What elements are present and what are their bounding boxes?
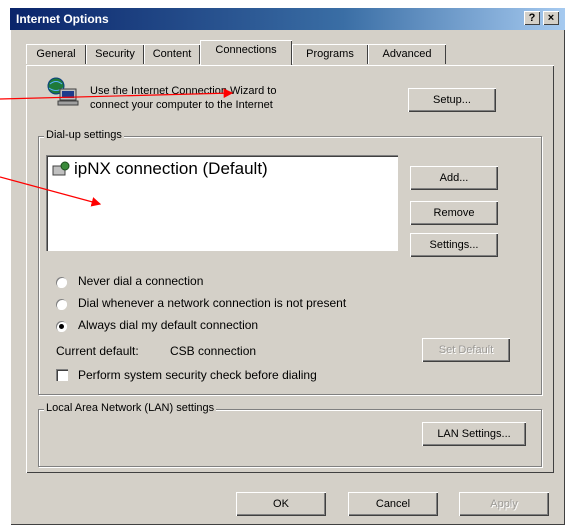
connections-panel: Use the Internet Connection Wizard to co… bbox=[26, 65, 554, 473]
connection-item-label: ipNX connection (Default) bbox=[74, 159, 268, 178]
wizard-text-line1: Use the Internet Connection Wizard to bbox=[90, 85, 277, 97]
radio-always-dial[interactable] bbox=[56, 321, 67, 332]
ok-button[interactable]: OK bbox=[236, 492, 326, 516]
lan-settings-button[interactable]: LAN Settings... bbox=[422, 422, 526, 446]
help-button[interactable]: ? bbox=[524, 11, 540, 25]
internet-options-dialog: Internet Options ? × General Security Co… bbox=[10, 8, 565, 525]
add-button[interactable]: Add... bbox=[410, 166, 498, 190]
tab-programs[interactable]: Programs bbox=[292, 44, 368, 64]
remove-button[interactable]: Remove bbox=[410, 201, 498, 225]
tab-general[interactable]: General bbox=[26, 44, 86, 64]
setup-button[interactable]: Setup... bbox=[408, 88, 496, 112]
radio-never-dial-label: Never dial a connection bbox=[78, 274, 204, 288]
connections-list[interactable]: ipNX connection (Default) bbox=[46, 155, 398, 251]
tab-security[interactable]: Security bbox=[86, 44, 144, 64]
lan-group-label: Local Area Network (LAN) settings bbox=[44, 402, 217, 414]
dialup-connection-icon bbox=[52, 161, 70, 177]
radio-dial-whenever[interactable] bbox=[56, 299, 67, 310]
tab-advanced[interactable]: Advanced bbox=[368, 44, 446, 64]
settings-button[interactable]: Settings... bbox=[410, 233, 498, 257]
security-check-label: Perform system security check before dia… bbox=[78, 368, 317, 382]
radio-always-dial-label: Always dial my default connection bbox=[78, 318, 259, 332]
apply-button[interactable]: Apply bbox=[459, 492, 549, 516]
set-default-button[interactable]: Set Default bbox=[422, 338, 510, 362]
dialup-group-label: Dial-up settings bbox=[44, 129, 124, 141]
network-globe-icon bbox=[46, 77, 80, 107]
current-default-label: Current default: bbox=[56, 344, 139, 358]
current-default-value: CSB connection bbox=[170, 344, 257, 358]
title-bar: Internet Options ? × bbox=[10, 8, 565, 30]
radio-never-dial[interactable] bbox=[56, 277, 67, 288]
window-title: Internet Options bbox=[16, 12, 109, 26]
close-button[interactable]: × bbox=[543, 11, 559, 25]
radio-dial-whenever-label: Dial whenever a network connection is no… bbox=[78, 296, 347, 310]
cancel-button[interactable]: Cancel bbox=[348, 492, 438, 516]
security-check-checkbox[interactable] bbox=[56, 369, 68, 381]
wizard-text-line2: connect your computer to the Internet bbox=[90, 99, 273, 111]
tab-content[interactable]: Content bbox=[144, 44, 200, 64]
tab-connections[interactable]: Connections bbox=[200, 40, 292, 65]
